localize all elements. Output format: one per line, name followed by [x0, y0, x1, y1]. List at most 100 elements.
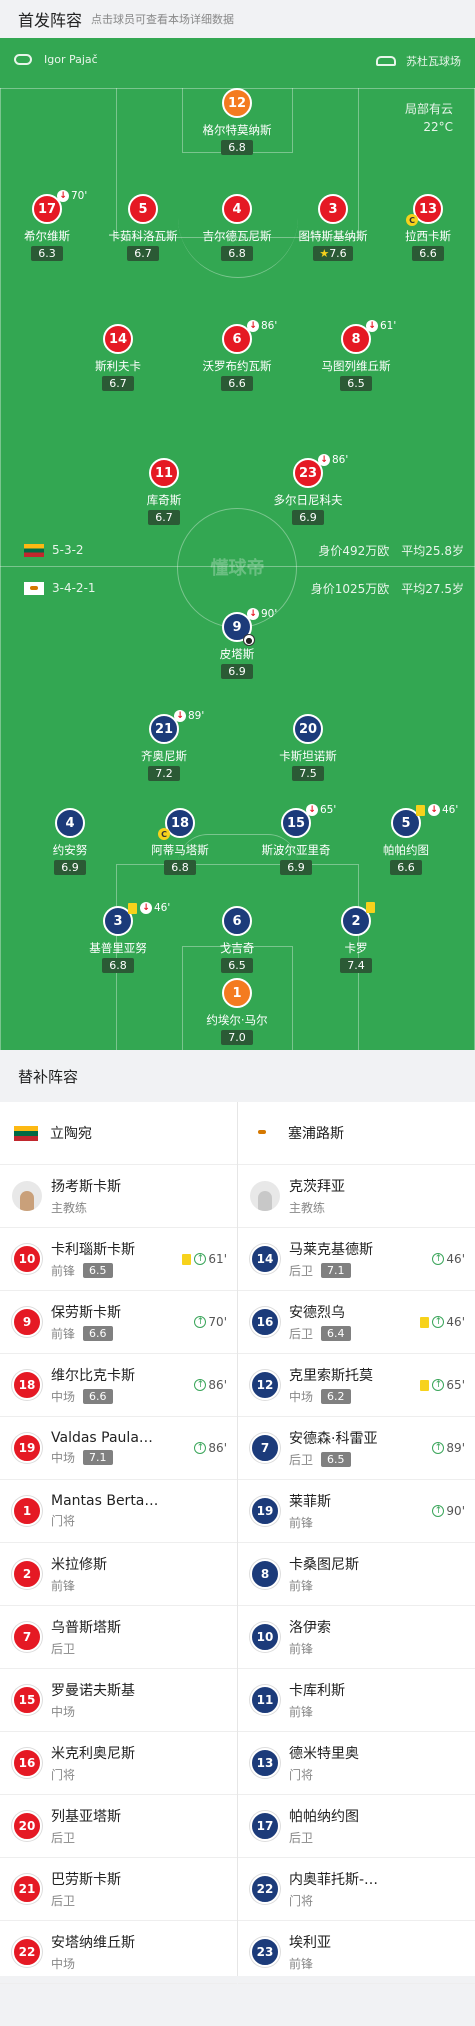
- sub-player-row[interactable]: 7 安德森·科雷亚 后卫 6.5 ↑ 89': [238, 1417, 475, 1480]
- sub-player-row[interactable]: 22 内奥菲托斯-… 门将: [238, 1858, 475, 1921]
- sub-off-icon: ↓: [318, 454, 330, 466]
- sub-player-position: 后卫: [51, 1894, 76, 1908]
- player-number: 20: [293, 714, 323, 744]
- sub-player-number: 8: [250, 1559, 280, 1589]
- pitch: Igor Pajač 苏杜瓦球场 局部有云 22°C 懂球帝 5-3-2 身价4…: [0, 38, 475, 1050]
- sub-player-row[interactable]: 13 德米特里奥 门将: [238, 1732, 475, 1795]
- yellow-card-icon: [366, 902, 375, 913]
- captain-badge-icon: C: [406, 214, 418, 226]
- sub-player-row[interactable]: 18 维尔比克卡斯 中场 6.6 ↑ 86': [0, 1354, 237, 1417]
- player-rating: 7.5: [292, 766, 324, 781]
- sub-player-name: 维尔比克卡斯: [51, 1368, 135, 1384]
- player-number: 5: [128, 194, 158, 224]
- sub-player-row[interactable]: 7 乌普斯塔斯 后卫: [0, 1606, 237, 1669]
- sub-player-rating: 7.1: [83, 1450, 113, 1465]
- sub-player-position: 前锋: [289, 1579, 314, 1593]
- sub-player-row[interactable]: 1 Mantas Berta… 门将: [0, 1480, 237, 1543]
- sub-off-icon: ↓: [174, 710, 186, 722]
- sub-player-row[interactable]: 10 洛伊索 前锋: [238, 1606, 475, 1669]
- sub-time: 46': [154, 902, 171, 914]
- sub-player-name: Valdas Paula…: [51, 1430, 153, 1446]
- home-coach-row[interactable]: 扬考斯卡斯 主教练: [0, 1165, 237, 1228]
- home-team-row[interactable]: 立陶宛: [0, 1102, 237, 1165]
- player-number: 3: [318, 194, 348, 224]
- home-coach-role: 主教练: [51, 1201, 88, 1215]
- goal-ball-icon: ●: [243, 634, 255, 646]
- sub-player-row[interactable]: 12 克里索斯托莫 中场 6.2 ↑ 65': [238, 1354, 475, 1417]
- sub-on-icon: ↑: [432, 1442, 445, 1454]
- home-team-summary: 5-3-2 身价492万欧 平均25.8岁: [24, 542, 464, 558]
- sub-on-time: 89': [446, 1441, 465, 1455]
- sub-player-number: 22: [250, 1874, 280, 1904]
- away-formation: 3-4-2-1: [52, 581, 96, 595]
- sub-player-number: 21: [12, 1874, 42, 1904]
- player-events: ↓ 61': [366, 320, 396, 332]
- sub-player-row[interactable]: 10 卡利瑙斯卡斯 前锋 6.5 ↑ 61': [0, 1228, 237, 1291]
- sub-player-position: 门将: [289, 1894, 314, 1908]
- sub-off-icon: ↓: [57, 190, 69, 202]
- subs-panel: 立陶宛 扬考斯卡斯 主教练 10 卡利瑙斯卡斯 前锋 6.5 ↑ 61' 9 保劳斯卡斯 前锋 6…: [0, 1102, 475, 1984]
- sub-time: 46': [442, 804, 459, 816]
- sub-player-name: 巴劳斯卡斯: [51, 1872, 121, 1888]
- sub-on-time: 46': [446, 1315, 465, 1329]
- sub-player-row[interactable]: 16 安德烈乌 后卫 6.4 ↑ 46': [238, 1291, 475, 1354]
- sub-player-row[interactable]: 9 保劳斯卡斯 前锋 6.6 ↑ 70': [0, 1291, 237, 1354]
- yellow-card-icon: [416, 804, 425, 816]
- sub-player-number: 11: [250, 1685, 280, 1715]
- sub-player-row[interactable]: 23 埃利亚 前锋: [238, 1921, 475, 1984]
- sub-player-number: 9: [12, 1307, 42, 1337]
- sub-player-name: 卡库利斯: [289, 1683, 345, 1699]
- sub-player-row[interactable]: 15 罗曼诺夫斯基 中场: [0, 1669, 237, 1732]
- sub-player-name: 米拉修斯: [51, 1557, 107, 1573]
- player-name: 卡斯坦诺斯: [279, 749, 337, 763]
- sub-player-name: 安塔纳维丘斯: [51, 1935, 135, 1951]
- away-team-row[interactable]: 塞浦路斯: [238, 1102, 475, 1165]
- sub-player-position: 中场: [51, 1705, 76, 1719]
- player-number: 4: [222, 194, 252, 224]
- player-rating: 6.5: [221, 958, 253, 973]
- sub-player-row[interactable]: 11 卡库利斯 前锋: [238, 1669, 475, 1732]
- sub-player-name: 乌普斯塔斯: [51, 1620, 121, 1636]
- sub-player-position: 后卫: [51, 1831, 76, 1845]
- away-coach-row[interactable]: 克茨拜亚 主教练: [238, 1165, 475, 1228]
- temperature-text: 22°C: [423, 120, 453, 134]
- sub-player-row[interactable]: 16 米克利奥尼斯 门将: [0, 1732, 237, 1795]
- sub-player-number: 7: [12, 1622, 42, 1652]
- sub-on-time: 70': [208, 1315, 227, 1329]
- referee-info: Igor Pajač: [14, 53, 98, 66]
- sub-on-icon: ↑: [194, 1316, 207, 1328]
- sub-on-icon: ↑: [194, 1379, 207, 1391]
- sub-player-number: 19: [250, 1496, 280, 1526]
- sub-off-icon: ↓: [428, 804, 440, 816]
- sub-player-row[interactable]: 17 帕帕纳约图 后卫: [238, 1795, 475, 1858]
- sub-player-row[interactable]: 19 Valdas Paula… 中场 7.1 ↑ 86': [0, 1417, 237, 1480]
- away-coach-name: 克茨拜亚: [289, 1179, 345, 1195]
- sub-off-icon: ↓: [247, 608, 259, 620]
- sub-player-row[interactable]: 19 莱菲斯 前锋 ↑ 90': [238, 1480, 475, 1543]
- sub-time: 86': [332, 454, 349, 466]
- sub-player-row[interactable]: 8 卡桑图尼斯 前锋: [238, 1543, 475, 1606]
- player-name: 马图列维丘斯: [321, 359, 391, 373]
- referee-name: Igor Pajač: [44, 53, 98, 66]
- sub-player-position: 中场: [51, 1390, 76, 1404]
- player-name: 卡罗: [344, 941, 368, 955]
- sub-player-row[interactable]: 14 马莱克基德斯 后卫 7.1 ↑ 46': [238, 1228, 475, 1291]
- away-age: 平均27.5岁: [401, 581, 464, 596]
- sub-player-row[interactable]: 2 米拉修斯 前锋: [0, 1543, 237, 1606]
- sub-player-row[interactable]: 20 列基亚塔斯 后卫: [0, 1795, 237, 1858]
- home-formation: 5-3-2: [52, 543, 84, 557]
- sub-player-number: 1: [12, 1496, 42, 1526]
- lineup-title: 首发阵容: [18, 11, 83, 30]
- sub-on-icon: ↑: [432, 1379, 445, 1391]
- sub-player-position: 后卫: [289, 1327, 314, 1341]
- sub-on-icon: ↑: [194, 1442, 207, 1454]
- sub-player-rating: 7.1: [321, 1263, 351, 1278]
- away-team-name: 塞浦路斯: [288, 1126, 344, 1142]
- sub-player-number: 18: [12, 1370, 42, 1400]
- sub-player-number: 2: [12, 1559, 42, 1589]
- sub-on-time: 61': [208, 1252, 227, 1266]
- sub-player-position: 前锋: [289, 1642, 314, 1656]
- sub-player-row[interactable]: 21 巴劳斯卡斯后卫: [0, 1858, 237, 1921]
- sub-player-row[interactable]: 22 安塔纳维丘斯 中场: [0, 1921, 237, 1984]
- cyprus-flag-icon: [252, 1125, 276, 1141]
